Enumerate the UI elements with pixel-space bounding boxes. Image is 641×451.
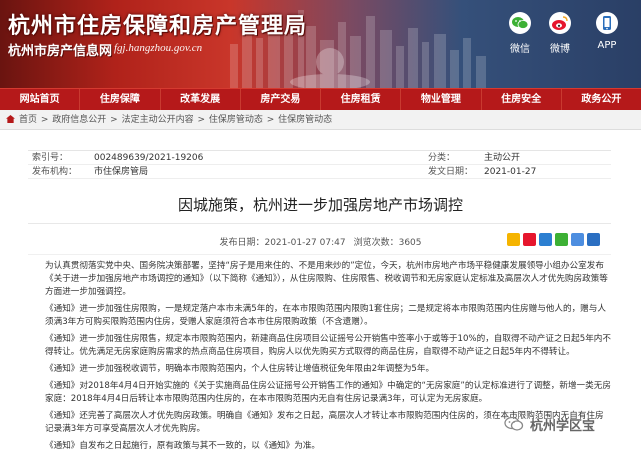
- share-toolbar: [507, 233, 600, 247]
- weibo-icon: [549, 12, 571, 34]
- publish-date-label: 发布日期：: [219, 238, 265, 248]
- nav-item-property-trade[interactable]: 房产交易: [241, 89, 321, 111]
- meta-org-label: 发布机构：: [32, 167, 78, 177]
- share-renren-icon[interactable]: [571, 233, 584, 246]
- site-title: 杭州市住房保障和房产管理局: [8, 14, 308, 39]
- views-label: 浏览次数：: [353, 238, 399, 248]
- site-url[interactable]: fgj.hangzhou.gov.cn: [114, 42, 202, 54]
- social-app-label: APP: [597, 40, 617, 51]
- share-qzone-icon[interactable]: [507, 233, 520, 246]
- meta-index-label: 索引号：: [32, 153, 69, 163]
- wechat-watermark-icon: [504, 416, 524, 432]
- social-wechat-label: 微信: [510, 44, 530, 55]
- article-paragraph: 《通知》进一步加强住房限购，一是规定落户本市未满5年的，在本市限购范围内限购1套…: [45, 304, 606, 327]
- publish-date-value: 2021-01-27 07:47: [264, 238, 346, 248]
- site-header: 杭州市住房保障和房产管理局 杭州市房产信息网 fgj.hangzhou.gov.…: [0, 0, 641, 88]
- body-divider: [28, 254, 611, 255]
- breadcrumb-statutory[interactable]: 法定主动公开内容: [122, 115, 194, 125]
- breadcrumb-current[interactable]: 住保房管动态: [278, 115, 332, 125]
- breadcrumb-home[interactable]: 首页: [19, 115, 37, 125]
- share-wechat-icon[interactable]: [555, 233, 568, 246]
- social-wechat[interactable]: 微信: [505, 12, 535, 55]
- article-paragraph: 《通知》自发布之日起施行，原有政策与其不一致的，以《通知》为准。: [45, 441, 321, 451]
- watermark: 杭州学区宝: [504, 412, 595, 436]
- wechat-icon: [509, 12, 531, 34]
- meta-category-value: 主动公开: [484, 153, 521, 163]
- views-value: 3605: [398, 238, 422, 248]
- share-tencent-icon[interactable]: [539, 233, 552, 246]
- share-more-icon[interactable]: [587, 233, 600, 246]
- social-weibo[interactable]: 微博: [545, 12, 575, 55]
- nav-item-housing-safety[interactable]: 住房安全: [482, 89, 562, 111]
- watermark-text: 杭州学区宝: [530, 418, 596, 434]
- nav-item-rental[interactable]: 住房租赁: [321, 89, 402, 111]
- article-paragraph: 为认真贯彻落实党中央、国务院决策部署，坚持“房子是用来住的、不是用来炒的”定位，…: [45, 261, 608, 297]
- home-icon: [6, 115, 15, 123]
- breadcrumb-news[interactable]: 住保房管动态: [209, 115, 263, 125]
- article-paragraph: 《通知》进一步加强住房限售，规定本市限购范围内，新建商品住房项目公证摇号公开销售…: [45, 334, 611, 357]
- breadcrumb: 首页 > 政府信息公开 > 法定主动公开内容 > 住保房管动态 > 住保房管动态: [0, 110, 641, 130]
- nav-item-gov-affairs[interactable]: 政务公开: [562, 89, 641, 111]
- title-divider: [28, 223, 611, 224]
- nav-item-property-management[interactable]: 物业管理: [401, 89, 482, 111]
- nav-item-reform[interactable]: 改革发展: [161, 89, 241, 111]
- meta-row-org: 发布机构： 市住保房管局 发文日期： 2021-01-27: [28, 165, 611, 179]
- meta-row-index: 索引号： 002489639/2021-19206 分类： 主动公开: [28, 151, 611, 165]
- meta-org-value: 市住保房管局: [94, 167, 149, 177]
- social-app[interactable]: APP: [592, 12, 622, 51]
- meta-category-label: 分类：: [428, 153, 456, 163]
- article-title: 因城施策，杭州进一步加强房地产市场调控: [177, 196, 463, 214]
- main-nav: 网站首页 住房保障 改革发展 房产交易 住房租赁 物业管理 住房安全 政务公开: [0, 88, 641, 111]
- site-subtitle: 杭州市房产信息网: [8, 44, 113, 59]
- meta-date-label: 发文日期：: [428, 167, 474, 177]
- app-icon: [596, 12, 618, 34]
- document-meta-table: 索引号： 002489639/2021-19206 分类： 主动公开 发布机构：…: [28, 150, 611, 180]
- meta-date-value: 2021-01-27: [484, 167, 537, 177]
- share-weibo-icon[interactable]: [523, 233, 536, 246]
- article-paragraph: 《通知》进一步加强税收调节，明确本市限购范围内，个人住房转让增值税征免年限由2年…: [45, 364, 435, 374]
- nav-item-housing-security[interactable]: 住房保障: [80, 89, 161, 111]
- article-paragraph: 《通知》对2018年4月4日开始实施的《关于实施商品住房公证摇号公开销售工作的通…: [45, 381, 611, 404]
- breadcrumb-gov-info[interactable]: 政府信息公开: [52, 115, 106, 125]
- meta-index-value: 002489639/2021-19206: [94, 153, 204, 163]
- social-weibo-label: 微博: [550, 44, 570, 55]
- nav-item-home[interactable]: 网站首页: [0, 89, 81, 111]
